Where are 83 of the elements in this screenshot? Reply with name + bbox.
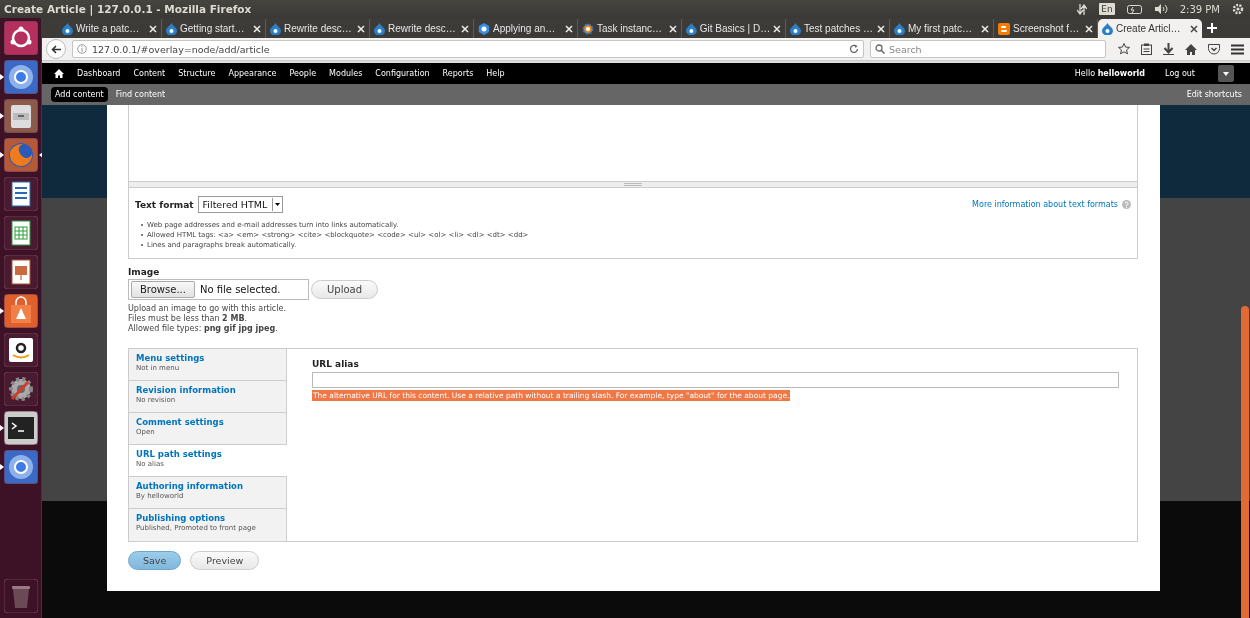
back-button[interactable] [46,39,66,59]
text-formats-link[interactable]: More information about text formats [972,200,1118,209]
user-greeting: Hello helloworld [1074,69,1146,78]
toolbar-menu-item[interactable]: Configuration [375,69,430,78]
preview-button[interactable]: Preview [190,551,260,570]
drop-icon [62,22,73,35]
bookmark-star-icon [1118,43,1130,55]
spreadsheet-icon[interactable] [3,216,38,250]
file-cabinet-icon[interactable] [3,99,38,133]
settings-icon [1232,3,1244,15]
back-arrow-icon [51,44,61,54]
drop-icon [1102,22,1113,35]
toolbar-menu-item[interactable]: Structure [178,69,216,78]
toolbar-menu-item[interactable]: Dashboard [77,69,121,78]
caret-icon [275,203,281,206]
logout-link[interactable]: Log out [1165,69,1195,78]
toolbar-menu-item[interactable]: People [289,69,317,78]
toolbar-menu-item[interactable]: Modules [329,69,363,78]
drop-icon [790,22,801,35]
clipboard-icon [1141,43,1152,55]
help-icon [1122,200,1131,209]
url-alias-field[interactable] [312,372,1119,388]
browser-icon[interactable] [3,450,38,484]
image-help-text: Files must be less than 2 MB. [128,314,249,324]
text-format-label: Text format [135,199,194,210]
drop-icon [894,22,905,35]
terminal-icon[interactable] [3,411,38,445]
search-icon [875,44,885,54]
text-format-select[interactable]: Filtered HTML [197,196,284,213]
caret-icon [1223,71,1229,76]
file-status: No file selected. [199,284,281,295]
reload-icon [849,44,859,54]
toolbar-menu-item[interactable]: Content [133,69,166,78]
fox-globe-icon[interactable] [3,138,38,172]
gear-wrench-icon[interactable] [3,372,38,406]
hexagon-icon [478,22,490,35]
shortcut-link[interactable]: Add content [51,87,108,102]
download-icon [1163,43,1174,55]
home-icon [54,69,64,78]
url-alias-label: URL alias [312,359,360,369]
trash-icon[interactable] [3,579,38,613]
gear-icon [582,22,594,35]
image-help-text: Allowed file types: png gif jpg jpeg. [128,324,279,334]
save-button[interactable]: Save [128,551,182,570]
volume-icon [1154,4,1168,14]
blog-icon [998,22,1010,35]
resize-grip[interactable] [128,181,1138,188]
close-tab-icon[interactable] [1190,24,1198,33]
presentation-icon[interactable] [3,255,38,289]
shortcut-link[interactable]: Find content [111,87,170,102]
drop-icon [270,22,281,35]
browse-button[interactable]: Browse... [131,281,195,298]
menu-icon [1231,43,1244,55]
toolbar-menu-item[interactable]: Appearance [228,69,277,78]
dash-icon[interactable] [3,21,38,55]
upload-button[interactable]: Upload [311,280,379,299]
address-field[interactable]: 127.0.0.1/#overlay=node/add/article [72,40,864,58]
info-icon [77,44,87,54]
pocket-icon [1208,43,1220,55]
drop-icon [374,22,385,35]
network-transfer-icon [1077,3,1088,15]
new-tab-icon[interactable] [1207,23,1217,33]
battery-icon [1126,4,1143,14]
edit-shortcuts-link[interactable]: Edit shortcuts [1186,90,1242,99]
image-help-text: Upload an image to go with this article. [128,304,287,314]
drop-icon [686,22,697,35]
keyboard-layout-indicator[interactable]: En [1099,3,1115,15]
toolbar-menu-item[interactable]: Reports [442,69,474,78]
home-icon [1185,43,1197,55]
toolbar-menu-item[interactable]: Help [486,69,505,78]
drop-icon [166,22,177,35]
image-label: Image [128,267,161,277]
clock[interactable]: 2:39 PM [1179,3,1220,15]
shopping-icon[interactable] [3,333,38,367]
shopping-bag-icon[interactable] [3,294,38,328]
window-title: Create Article | 127.0.0.1 - Mozilla Firefox [4,3,252,15]
browser-icon[interactable] [3,60,38,94]
shortcuts-toggle-button[interactable] [1218,65,1234,82]
scrollbar-thumb[interactable] [1241,306,1249,618]
grip-icon [624,183,642,186]
search-field[interactable]: Search [870,40,1106,58]
browser-tab[interactable]: Create Articl… [1098,19,1202,38]
document-icon[interactable] [3,177,38,211]
